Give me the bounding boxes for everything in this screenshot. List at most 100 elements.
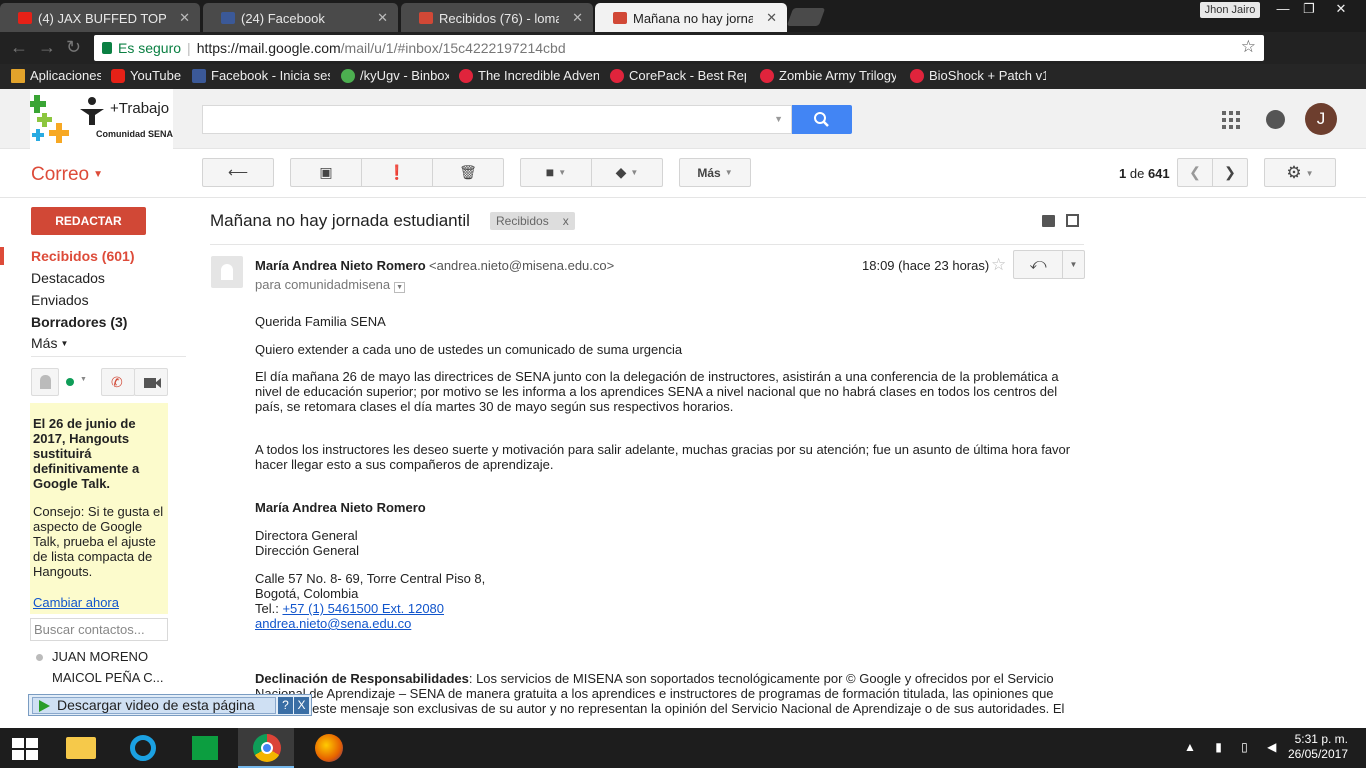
back-icon[interactable]: ←	[10, 38, 28, 56]
hangouts-promo: El 26 de junio de 2017, Hangouts sustitu…	[30, 403, 168, 614]
logo-title: +Trabajo	[110, 100, 170, 117]
contact-item[interactable]: JUAN MORENO	[52, 649, 148, 664]
phone-call-button[interactable]: ✆	[101, 368, 135, 396]
contact-search-input[interactable]: Buscar contactos...	[30, 618, 168, 641]
bookmark-facebook[interactable]: Facebook - Inicia sesi	[192, 68, 330, 83]
reply-button[interactable]: ⤺	[1013, 250, 1063, 279]
bookmark-apps[interactable]: Aplicaciones	[11, 68, 101, 83]
video-call-button[interactable]	[134, 368, 168, 396]
compose-button[interactable]: REDACTAR	[31, 207, 146, 235]
hangouts-profile-button[interactable]	[31, 368, 59, 396]
corepack-icon	[459, 69, 473, 83]
account-avatar[interactable]: J	[1305, 103, 1337, 135]
online-status-icon	[66, 378, 74, 386]
sidebar-item-drafts[interactable]: Borradores (3)	[31, 314, 127, 330]
taskbar-chrome[interactable]	[238, 728, 294, 768]
bookmark-bioshock[interactable]: BioShock + Patch v1.	[910, 68, 1046, 83]
window-close-icon[interactable]: ✕	[1326, 0, 1356, 18]
browser-tab-facebook[interactable]: (24) Facebook ✕	[203, 3, 398, 32]
divider	[210, 244, 1084, 245]
disclaimer-title: Declinación de Responsabilidades	[255, 671, 469, 686]
reload-icon[interactable]: ↻	[66, 38, 81, 56]
search-input[interactable]: ▼	[202, 105, 792, 134]
sidebar-item-sent[interactable]: Enviados	[31, 292, 89, 308]
sidebar-item-more[interactable]: Más ▼	[31, 335, 68, 351]
bookmark-incredible-adventures[interactable]: The Incredible Advent	[459, 68, 599, 83]
close-icon[interactable]: ✕	[766, 10, 777, 26]
search-options-icon[interactable]: ▼	[774, 114, 783, 124]
bookmark-youtube[interactable]: YouTube	[111, 68, 181, 83]
chevron-down-icon: ▼	[93, 169, 103, 180]
archive-button[interactable]: ▣	[290, 158, 362, 187]
status-selector[interactable]: ▼	[58, 368, 96, 396]
bookmark-binbox[interactable]: /kyUgv - Binbox	[341, 68, 449, 83]
print-icon[interactable]	[1042, 215, 1055, 227]
bookmark-zombie-army[interactable]: Zombie Army Trilogy	[760, 68, 896, 83]
help-icon[interactable]: ?	[278, 697, 293, 714]
label-chip-inbox[interactable]: Recibidos x	[490, 212, 575, 230]
browser-tab-inbox[interactable]: Recibidos (76) - lomando ✕	[401, 3, 593, 32]
taskbar-internet-explorer[interactable]	[114, 728, 170, 768]
youtube-icon	[18, 12, 32, 24]
settings-button[interactable]: ⚙ ▼	[1264, 158, 1336, 187]
sidebar-item-starred[interactable]: Destacados	[31, 270, 105, 286]
browser-profile-name[interactable]: Jhon Jairo	[1200, 2, 1260, 18]
taskbar-clock[interactable]: 5:31 p. m. 26/05/2017	[1286, 732, 1348, 762]
minimize-icon[interactable]: —	[1270, 0, 1296, 18]
download-video-button[interactable]: Descargar video de esta página	[32, 697, 276, 714]
sena-logo[interactable]: +Trabajo Comunidad SENA	[28, 89, 174, 149]
forward-icon[interactable]: →	[38, 38, 56, 56]
signature-department: Dirección General	[255, 543, 360, 558]
search-button[interactable]	[792, 105, 852, 134]
close-icon[interactable]: X	[294, 697, 309, 714]
more-actions-button[interactable]: Más ▼	[679, 158, 751, 187]
taskbar-firefox[interactable]	[300, 728, 356, 768]
notifications-bell-icon[interactable]	[1266, 110, 1285, 129]
close-icon[interactable]: ✕	[572, 10, 583, 26]
divider	[31, 356, 186, 357]
maximize-icon[interactable]: ❐	[1296, 0, 1322, 18]
back-to-inbox-button[interactable]: ⟵	[202, 158, 274, 187]
remove-label-icon[interactable]: x	[563, 214, 569, 228]
corepack-icon	[610, 69, 624, 83]
star-icon[interactable]: ☆	[991, 255, 1006, 275]
disclaimer-line: Declinación de Responsabilidades: Los se…	[255, 671, 1054, 686]
google-apps-icon[interactable]	[1222, 111, 1240, 129]
gear-icon: ⚙	[1286, 163, 1302, 182]
change-now-link[interactable]: Cambiar ahora	[33, 595, 119, 610]
close-icon[interactable]: ✕	[377, 10, 388, 26]
taskbar-file-explorer[interactable]	[52, 728, 108, 768]
logo-subtitle: Comunidad SENA	[96, 129, 174, 139]
close-icon[interactable]: ✕	[179, 10, 190, 26]
address-bar[interactable]: Es seguro | https://mail.google.com/mail/u…	[94, 35, 1264, 61]
more-options-button[interactable]: ▼	[1062, 250, 1085, 279]
chevron-down-icon: ▼	[80, 376, 87, 383]
browser-tab-message[interactable]: Mañana no hay jornada ✕	[595, 3, 787, 32]
delete-button[interactable]: 🗑	[432, 158, 504, 187]
show-details-icon[interactable]: ▼	[394, 282, 406, 293]
sidebar-item-inbox[interactable]: Recibidos (601)	[31, 248, 134, 264]
bookmark-star-icon[interactable]: ☆	[1241, 37, 1256, 57]
email-link[interactable]: andrea.nieto@sena.edu.co	[255, 616, 411, 631]
contact-item[interactable]: MAICOL PEÑA C...	[52, 670, 164, 685]
move-to-button[interactable]: ■ ▼	[520, 158, 592, 187]
bookmark-corepack[interactable]: CorePack - Best Repa	[610, 68, 746, 83]
system-tray[interactable]: ▲ ▮ ▯ ◀	[1184, 740, 1284, 754]
disclaimer-line: contenga este mensaje son exclusivas de …	[255, 701, 1065, 716]
message-view: Mañana no hay jornada estudiantil Recibi…	[202, 198, 1366, 728]
browser-tab-youtube[interactable]: (4) JAX BUFFED TOP... ✕	[0, 3, 200, 32]
new-tab-button[interactable]	[786, 8, 826, 26]
labels-button[interactable]: ◆ ▼	[591, 158, 663, 187]
app-switcher[interactable]: Correo ▼	[31, 164, 103, 186]
person-icon	[40, 375, 51, 389]
taskbar-store[interactable]	[176, 728, 232, 768]
newer-button[interactable]: ❮	[1177, 158, 1213, 187]
phone-link[interactable]: +57 (1) 5461500 Ext. 12080	[282, 601, 444, 616]
older-button[interactable]: ❯	[1212, 158, 1248, 187]
report-spam-button[interactable]: ❗	[361, 158, 433, 187]
open-new-window-icon[interactable]	[1066, 214, 1079, 227]
corepack-icon	[910, 69, 924, 83]
windows-start-icon[interactable]	[12, 738, 38, 760]
sender-name[interactable]: María Andrea Nieto Romero	[255, 258, 426, 273]
pager-count: 1 de 641	[1119, 166, 1170, 181]
